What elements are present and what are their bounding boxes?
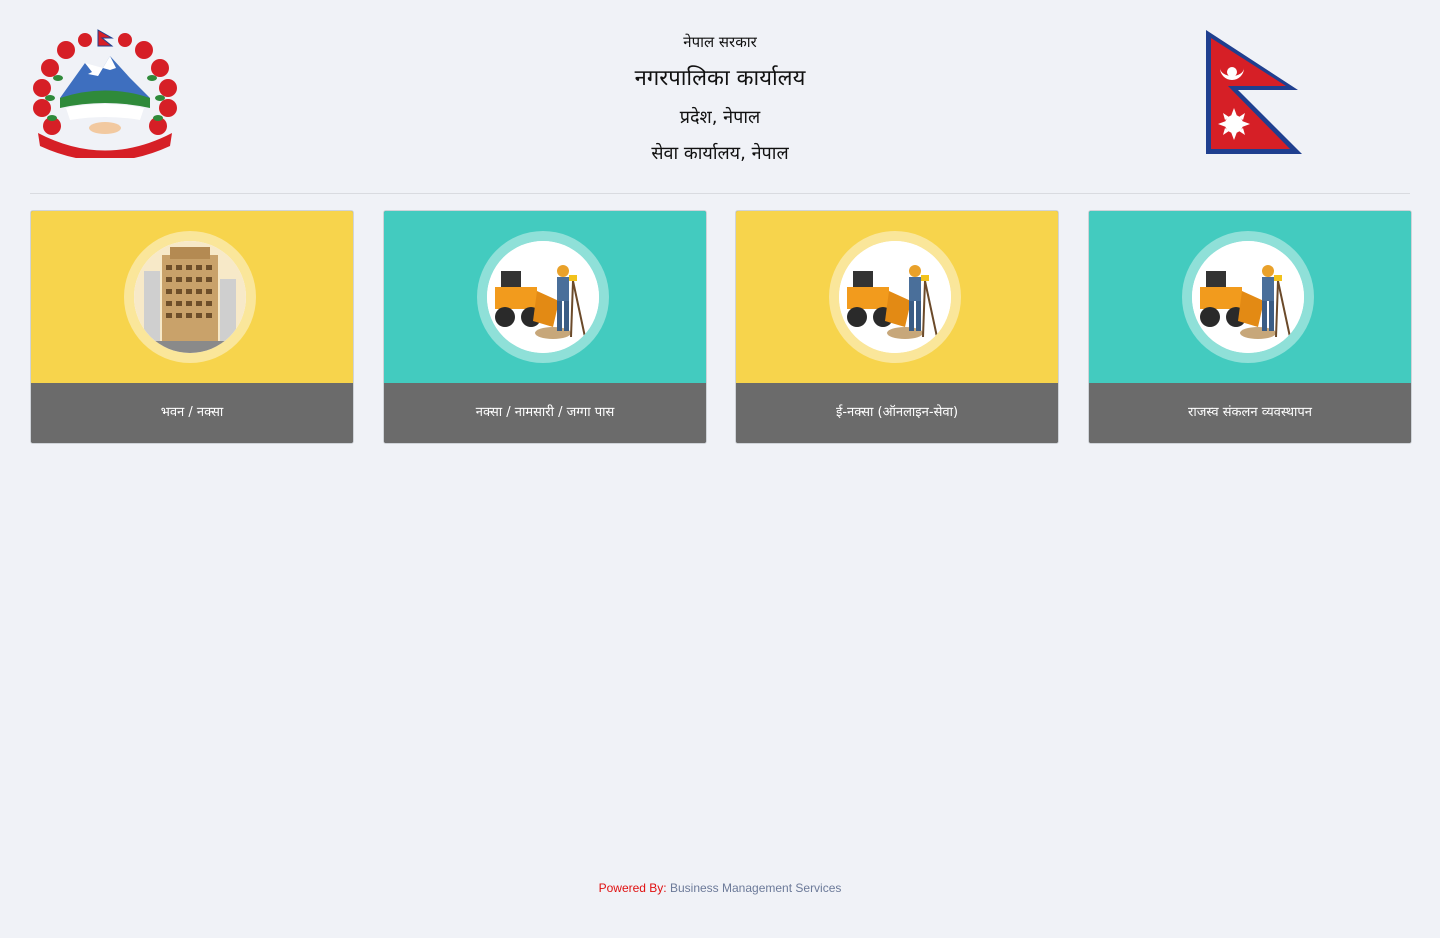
office-province: प्रदेश, नेपाल — [679, 107, 761, 128]
icon-ring — [477, 231, 609, 363]
icon-disc — [487, 241, 599, 353]
nepal-emblem-icon — [33, 29, 177, 158]
card-header — [1089, 211, 1411, 383]
icon-ring — [124, 231, 256, 363]
office-address: सेवा कार्यालय, नेपाल — [651, 143, 789, 164]
header: नेपाल सरकार नगरपालिका कार्यालय प्रदेश, न… — [30, 0, 1410, 194]
nepal-flag-icon — [1206, 30, 1302, 154]
surveyor-excavator-icon — [1192, 241, 1304, 353]
card-label: ई-नक्सा (ऑनलाइन-सेवा) — [736, 383, 1058, 443]
card-header — [384, 211, 706, 383]
surveyor-excavator-icon — [487, 241, 599, 353]
icon-disc — [839, 241, 951, 353]
card-header — [31, 211, 353, 383]
service-cards: भवन / नक्सा नक्सा / नामसारी / जग्गा पास … — [30, 210, 1412, 444]
government-title: नेपाल सरकार — [683, 33, 757, 51]
icon-disc — [1192, 241, 1304, 353]
card-label: राजस्व संकलन व्यवस्थापन — [1089, 383, 1411, 443]
service-card-e-naksa[interactable]: ई-नक्सा (ऑनलाइन-सेवा) — [735, 210, 1059, 444]
card-label: नक्सा / नामसारी / जग्गा पास — [384, 383, 706, 443]
footer: Powered By: Business Management Services — [0, 880, 1440, 896]
office-name: नगरपालिका कार्यालय — [634, 66, 806, 91]
service-card-revenue[interactable]: राजस्व संकलन व्यवस्थापन — [1088, 210, 1412, 444]
powered-by-label: Powered By: — [598, 881, 667, 895]
surveyor-excavator-icon — [839, 241, 951, 353]
company-link[interactable]: Business Management Services — [670, 881, 841, 895]
icon-disc — [134, 241, 246, 353]
icon-ring — [829, 231, 961, 363]
service-card-building[interactable]: भवन / नक्सा — [30, 210, 354, 444]
service-card-naksa-namsari[interactable]: नक्सा / नामसारी / जग्गा पास — [383, 210, 707, 444]
building-icon — [134, 241, 246, 353]
card-header — [736, 211, 1058, 383]
page: नेपाल सरकार नगरपालिका कार्यालय प्रदेश, न… — [0, 0, 1440, 938]
card-label: भवन / नक्सा — [31, 383, 353, 443]
icon-ring — [1182, 231, 1314, 363]
